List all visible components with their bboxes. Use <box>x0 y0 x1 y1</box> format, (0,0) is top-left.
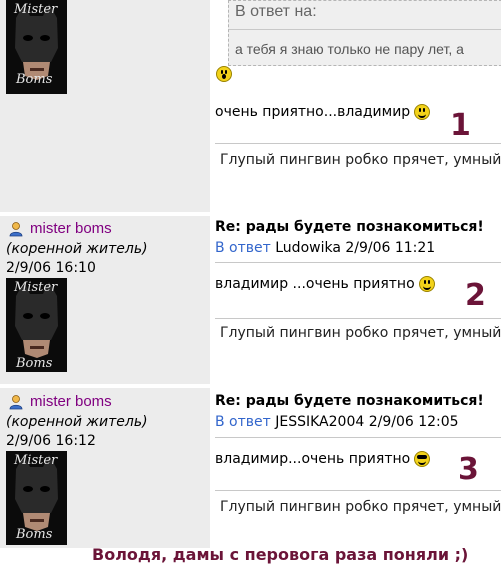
post-2-user-line: mister boms <box>8 221 112 237</box>
post-1-signature-divider <box>215 143 501 144</box>
quote-divider <box>229 29 501 30</box>
smiley-icon <box>418 276 435 292</box>
post-1-message: очень приятно...владимир <box>215 104 431 120</box>
user-icon <box>9 395 23 410</box>
post-number-3: 3 <box>458 452 479 487</box>
user-rank: (коренной житель) <box>6 414 148 430</box>
reply-line: В ответ JESSIKA2004 2/9/06 12:05 <box>215 414 459 430</box>
username-link[interactable]: mister boms <box>30 221 112 237</box>
post-3-header-divider <box>215 437 501 438</box>
shocked-smiley-icon <box>216 66 232 82</box>
avatar-caption-top: Mister <box>14 280 58 295</box>
post-date: 2/9/06 16:12 <box>6 433 96 449</box>
reply-line: В ответ Ludowika 2/9/06 11:21 <box>215 240 435 256</box>
bottom-toolbar-strip <box>0 582 501 588</box>
post-subject: Re: рады будете познакомиться! <box>215 219 484 235</box>
reply-to-info: Ludowika 2/9/06 11:21 <box>275 240 436 256</box>
user-icon <box>9 222 23 237</box>
username-link[interactable]: mister boms <box>30 394 112 410</box>
avatar-caption-top: Mister <box>14 453 58 468</box>
cool-smiley-icon <box>414 451 431 467</box>
quote-box: В ответ на: а тебя я знаю только не пару… <box>228 0 501 66</box>
quote-text: а тебя я знаю только не пару лет, а <box>235 41 464 57</box>
post-3-signature-divider <box>215 490 501 491</box>
avatar-caption-bottom: Boms <box>16 72 53 87</box>
avatar-caption-bottom: Boms <box>16 527 53 542</box>
post-3-message: владимир...очень приятно <box>215 451 431 467</box>
avatar-caption-top: Mister <box>14 2 58 17</box>
user-rank: (коренной житель) <box>6 241 148 257</box>
post-3-user-line: mister boms <box>8 394 112 410</box>
quote-header: В ответ на: <box>235 3 317 20</box>
post-number-1: 1 <box>450 108 471 143</box>
annotation-text: Володя, дамы с перовога раза поняли ;) <box>92 545 469 564</box>
post-2-signature: Глупый пингвин робко прячет, умный <box>220 325 501 341</box>
post-number-2: 2 <box>465 278 486 313</box>
post-2-header-divider <box>215 262 501 263</box>
avatar-caption-bottom: Boms <box>16 356 53 371</box>
smiley-icon <box>414 104 431 120</box>
reply-to-link[interactable]: В ответ <box>215 240 271 256</box>
post-subject: Re: рады будете познакомиться! <box>215 393 484 409</box>
post-date: 2/9/06 16:10 <box>6 260 96 276</box>
reply-to-info: JESSIKA2004 2/9/06 12:05 <box>275 414 459 430</box>
post-3-signature: Глупый пингвин робко прячет, умный <box>220 499 501 515</box>
post-2-message: владимир ...очень приятно <box>215 276 435 292</box>
post-2-signature-divider <box>215 318 501 319</box>
post-1-signature: Глупый пингвин робко прячет, умный <box>220 152 501 168</box>
reply-to-link[interactable]: В ответ <box>215 414 271 430</box>
